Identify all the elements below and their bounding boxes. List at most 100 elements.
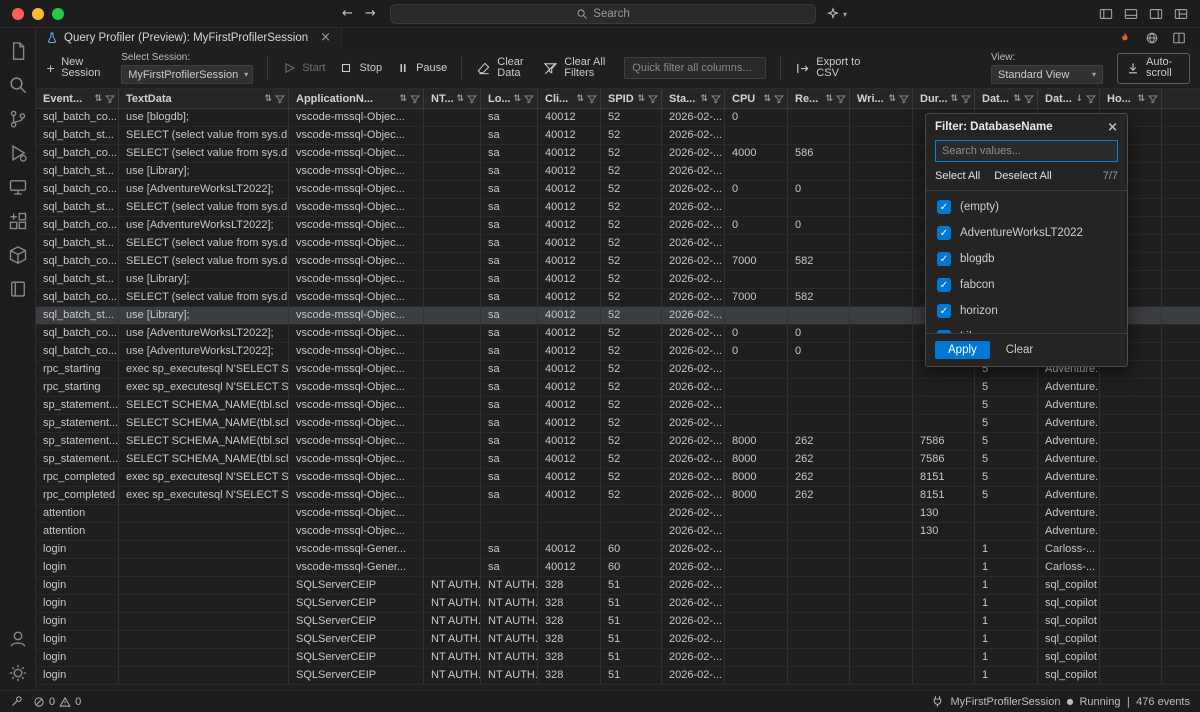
table-row[interactable]: loginSQLServerCEIPNT AUTH...NT AUTH...32… bbox=[36, 613, 1200, 631]
clear-all-filters-button[interactable]: Clear All Filters bbox=[543, 57, 610, 80]
sort-icon[interactable]: ⇅ bbox=[700, 94, 708, 104]
filter-option[interactable]: ✓blogdb bbox=[926, 246, 1127, 272]
clear-button[interactable]: Clear bbox=[1002, 341, 1037, 359]
checkbox-checked-icon[interactable]: ✓ bbox=[937, 330, 951, 333]
column-header-7[interactable]: Sta...⇅ bbox=[662, 89, 725, 108]
close-icon[interactable]: × bbox=[1107, 122, 1118, 133]
account-icon[interactable] bbox=[0, 622, 36, 656]
filter-funnel-icon[interactable] bbox=[587, 94, 597, 104]
column-header-3[interactable]: NT...⇅ bbox=[424, 89, 481, 108]
sort-icon[interactable]: ⇅ bbox=[456, 94, 464, 104]
filter-funnel-icon[interactable] bbox=[1086, 94, 1096, 104]
filter-option[interactable]: ✓Library bbox=[926, 324, 1127, 333]
column-header-14[interactable]: Ho...⇅ bbox=[1100, 89, 1162, 108]
globe-icon[interactable] bbox=[1145, 31, 1159, 45]
table-row[interactable]: loginSQLServerCEIPNT AUTH...NT AUTH...32… bbox=[36, 595, 1200, 613]
filter-funnel-icon[interactable] bbox=[275, 94, 285, 104]
sort-icon[interactable]: ⇅ bbox=[264, 94, 272, 104]
column-header-6[interactable]: SPID⇅ bbox=[601, 89, 662, 108]
copilot-menu-button[interactable]: ▾ bbox=[826, 4, 847, 24]
filter-funnel-icon[interactable] bbox=[524, 94, 534, 104]
toggle-secondary-sidebar-icon[interactable] bbox=[1149, 7, 1163, 21]
table-row[interactable]: loginvscode-mssql-Gener...sa40012602026-… bbox=[36, 559, 1200, 577]
sort-icon[interactable]: ⇅ bbox=[763, 94, 771, 104]
checkbox-checked-icon[interactable]: ✓ bbox=[937, 200, 951, 214]
close-icon[interactable]: × bbox=[320, 33, 331, 43]
filter-funnel-icon[interactable] bbox=[899, 94, 909, 104]
sort-icon[interactable]: ⇅ bbox=[94, 94, 102, 104]
customize-layout-icon[interactable] bbox=[1174, 7, 1188, 21]
sort-icon[interactable]: ⇅ bbox=[888, 94, 896, 104]
problems-indicator[interactable]: 0 0 bbox=[33, 696, 81, 708]
filter-funnel-icon[interactable] bbox=[1148, 94, 1158, 104]
filter-option[interactable]: ✓(empty) bbox=[926, 194, 1127, 220]
filter-funnel-icon[interactable] bbox=[105, 94, 115, 104]
select-all-button[interactable]: Select All bbox=[935, 170, 980, 182]
back-icon[interactable]: ← bbox=[342, 5, 353, 22]
export-csv-button[interactable]: Export to CSV bbox=[795, 57, 864, 80]
table-row[interactable]: attentionvscode-mssql-Objec...2026-02-..… bbox=[36, 523, 1200, 541]
view-dropdown[interactable]: Standard View ▾ bbox=[991, 65, 1103, 84]
split-editor-icon[interactable] bbox=[1172, 31, 1186, 45]
column-header-8[interactable]: CPU⇅ bbox=[725, 89, 788, 108]
pause-button[interactable]: Pause bbox=[396, 61, 447, 75]
filter-funnel-icon[interactable] bbox=[774, 94, 784, 104]
filter-funnel-icon[interactable] bbox=[836, 94, 846, 104]
table-row[interactable]: loginSQLServerCEIPNT AUTH...NT AUTH...32… bbox=[36, 631, 1200, 649]
filter-funnel-icon[interactable] bbox=[1024, 94, 1034, 104]
forward-icon[interactable]: → bbox=[365, 5, 376, 22]
new-session-button[interactable]: + New Session bbox=[46, 57, 107, 80]
session-dropdown[interactable]: MyFirstProfilerSession ▾ bbox=[121, 65, 253, 84]
sort-icon[interactable]: ⇅ bbox=[1137, 94, 1145, 104]
filter-funnel-icon[interactable] bbox=[648, 94, 658, 104]
remote-explorer-icon[interactable] bbox=[0, 170, 36, 204]
close-window-button[interactable] bbox=[12, 8, 24, 20]
filter-search-input[interactable] bbox=[935, 140, 1118, 162]
checkbox-checked-icon[interactable]: ✓ bbox=[937, 278, 951, 292]
toggle-sidebar-icon[interactable] bbox=[1099, 7, 1113, 21]
package-cube-icon[interactable] bbox=[0, 238, 36, 272]
filter-funnel-icon[interactable] bbox=[410, 94, 420, 104]
book-icon[interactable] bbox=[0, 272, 36, 306]
clear-data-button[interactable]: Clear Data bbox=[476, 57, 529, 80]
table-row[interactable]: rpc_completedexec sp_executesql N'SELECT… bbox=[36, 469, 1200, 487]
column-header-4[interactable]: Lo...⇅ bbox=[481, 89, 538, 108]
run-debug-icon[interactable] bbox=[0, 136, 36, 170]
sort-icon[interactable]: ⇅ bbox=[637, 94, 645, 104]
filter-funnel-icon[interactable] bbox=[711, 94, 721, 104]
filter-funnel-icon[interactable] bbox=[961, 94, 971, 104]
search-sidebar-icon[interactable] bbox=[0, 68, 36, 102]
deselect-all-button[interactable]: Deselect All bbox=[994, 170, 1051, 182]
zoom-window-button[interactable] bbox=[52, 8, 64, 20]
column-header-11[interactable]: Dur...⇅ bbox=[913, 89, 975, 108]
filter-option[interactable]: ✓fabcon bbox=[926, 272, 1127, 298]
table-row[interactable]: sp_statement...SELECT SCHEMA_NAME(tbl.sc… bbox=[36, 397, 1200, 415]
checkbox-checked-icon[interactable]: ✓ bbox=[937, 304, 951, 318]
apply-button[interactable]: Apply bbox=[935, 341, 990, 359]
table-row[interactable]: loginSQLServerCEIPNT AUTH...NT AUTH...32… bbox=[36, 667, 1200, 685]
extensions-icon[interactable] bbox=[0, 204, 36, 238]
table-row[interactable]: rpc_startingexec sp_executesql N'SELECT … bbox=[36, 379, 1200, 397]
table-row[interactable]: loginvscode-mssql-Gener...sa40012602026-… bbox=[36, 541, 1200, 559]
table-row[interactable]: sp_statement...SELECT SCHEMA_NAME(tbl.sc… bbox=[36, 451, 1200, 469]
start-button[interactable]: Start bbox=[282, 61, 325, 75]
settings-gear-icon[interactable] bbox=[0, 656, 36, 690]
checkbox-checked-icon[interactable]: ✓ bbox=[937, 252, 951, 266]
table-row[interactable]: sp_statement...SELECT SCHEMA_NAME(tbl.sc… bbox=[36, 433, 1200, 451]
command-center-search[interactable]: Search bbox=[390, 4, 816, 24]
column-header-9[interactable]: Re...⇅ bbox=[788, 89, 850, 108]
column-header-0[interactable]: Event...⇅ bbox=[36, 89, 119, 108]
column-header-1[interactable]: TextData⇅ bbox=[119, 89, 289, 108]
column-header-10[interactable]: Wri...⇅ bbox=[850, 89, 913, 108]
filter-option[interactable]: ✓AdventureWorksLT2022 bbox=[926, 220, 1127, 246]
table-row[interactable]: rpc_completedexec sp_executesql N'SELECT… bbox=[36, 487, 1200, 505]
quick-filter-input[interactable] bbox=[624, 57, 766, 79]
table-row[interactable]: sp_statement...SELECT SCHEMA_NAME(tbl.sc… bbox=[36, 415, 1200, 433]
stop-button[interactable]: Stop bbox=[339, 61, 382, 75]
column-header-5[interactable]: Cli...⇅ bbox=[538, 89, 601, 108]
filter-option[interactable]: ✓horizon bbox=[926, 298, 1127, 324]
sort-icon[interactable]: ⇅ bbox=[399, 94, 407, 104]
sort-icon[interactable]: ⇅ bbox=[950, 94, 958, 104]
column-header-12[interactable]: Dat...⇅ bbox=[975, 89, 1038, 108]
column-header-13[interactable]: Dat...↓ bbox=[1038, 89, 1100, 108]
